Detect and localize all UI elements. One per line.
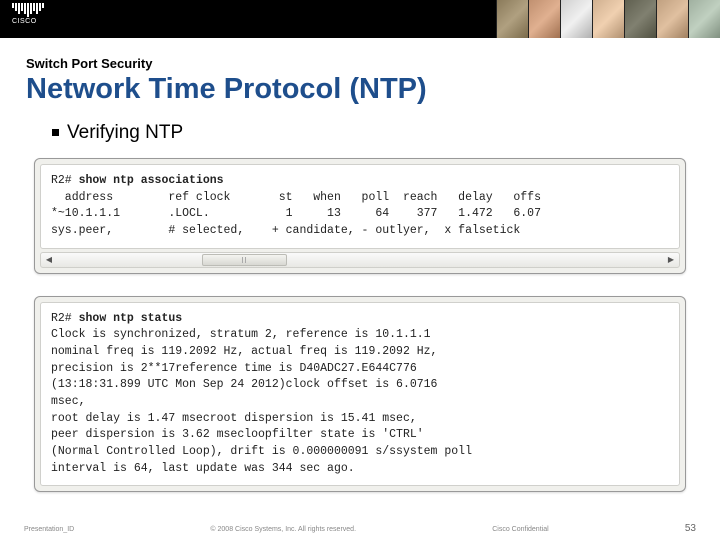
terminal-output: R2# show ntp associations address ref cl… — [40, 164, 680, 249]
bullet-icon — [52, 129, 59, 136]
slide-kicker: Switch Port Security — [26, 56, 694, 71]
terminal-status: R2# show ntp status Clock is synchronize… — [34, 296, 686, 493]
header-photo-strip — [496, 0, 720, 38]
footer-id: Presentation_ID — [24, 526, 74, 533]
footer-confidential: Cisco Confidential — [492, 526, 548, 533]
horizontal-scrollbar[interactable]: ◀ ▶ — [40, 252, 680, 268]
bullet-text: Verifying NTP — [67, 122, 183, 144]
logo-text: CISCO — [12, 18, 44, 25]
scrollbar-track[interactable] — [57, 253, 663, 267]
cisco-logo: CISCO — [12, 3, 44, 25]
slide-footer: Presentation_ID © 2008 Cisco Systems, In… — [0, 523, 720, 534]
slide-title: Network Time Protocol (NTP) — [26, 73, 694, 106]
page-number: 53 — [685, 523, 696, 534]
bullet-item: Verifying NTP — [52, 122, 694, 144]
header-bar: CISCO — [0, 0, 720, 38]
terminal-output: R2# show ntp status Clock is synchronize… — [40, 302, 680, 487]
slide-content: Switch Port Security Network Time Protoc… — [0, 38, 720, 492]
scrollbar-thumb[interactable] — [202, 254, 287, 266]
terminal-associations: R2# show ntp associations address ref cl… — [34, 158, 686, 274]
footer-copyright: © 2008 Cisco Systems, Inc. All rights re… — [210, 526, 356, 533]
scroll-right-button[interactable]: ▶ — [663, 253, 679, 267]
scroll-left-button[interactable]: ◀ — [41, 253, 57, 267]
